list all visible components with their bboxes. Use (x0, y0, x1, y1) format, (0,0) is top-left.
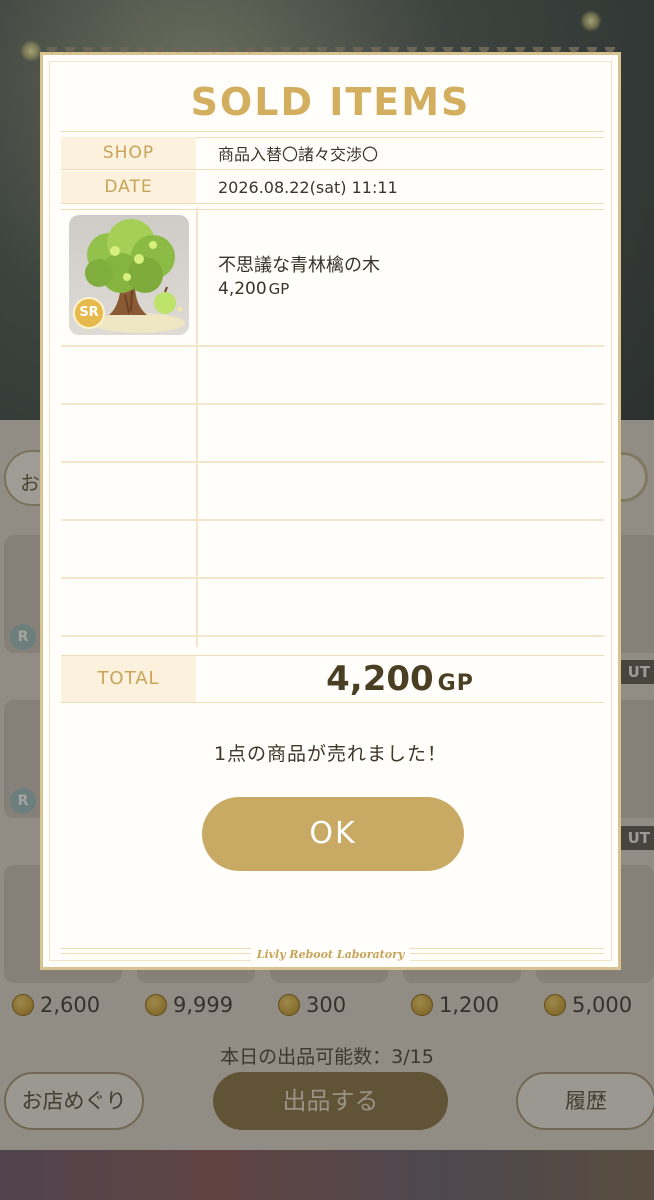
row-divider (61, 403, 604, 405)
row-divider (61, 461, 604, 463)
rarity-badge: SR (73, 297, 105, 329)
total-amount: 4,200 (326, 659, 434, 699)
row-divider (61, 345, 604, 347)
shop-label: SHOP (61, 137, 196, 169)
sold-message: 1点の商品が売れました！ (213, 743, 448, 765)
dialog-title: SOLD ITEMS (190, 80, 471, 124)
sold-items-dialog: SOLD ITEMS SHOP 商品入替〇諸々交渉〇 DATE 2026.08.… (40, 47, 621, 970)
shop-value: 商品入替〇諸々交渉〇 (218, 145, 379, 164)
total-label: TOTAL (61, 656, 196, 702)
ok-button[interactable]: OK (202, 797, 464, 871)
item-price: 4,200 GP (218, 279, 289, 299)
ticket-edge-decoration (43, 47, 618, 61)
date-row: DATE 2026.08.22(sat) 11:11 (61, 171, 604, 203)
row-divider (61, 577, 604, 579)
item-price-value: 4,200 (218, 279, 267, 299)
footer-credit: Livly Reboot Laboratory (43, 945, 618, 961)
sold-items-table: SR 不思議な青林檎の木 4,200 GP (61, 207, 604, 647)
shop-row: SHOP 商品入替〇諸々交渉〇 (61, 137, 604, 169)
item-price-unit: GP (268, 280, 290, 298)
date-label: DATE (61, 171, 196, 203)
divider (61, 169, 604, 170)
total-unit: GP (437, 671, 474, 696)
column-divider (196, 207, 198, 647)
item-thumbnail: SR (69, 215, 189, 335)
date-value: 2026.08.22(sat) 11:11 (218, 177, 398, 197)
total-row: TOTAL 4,200 GP (61, 655, 604, 703)
row-divider (61, 635, 604, 637)
row-divider (61, 519, 604, 521)
footer-text: Livly Reboot Laboratory (250, 948, 411, 961)
item-name: 不思議な青林檎の木 (218, 255, 380, 276)
total-value: 4,200 GP (196, 656, 604, 702)
